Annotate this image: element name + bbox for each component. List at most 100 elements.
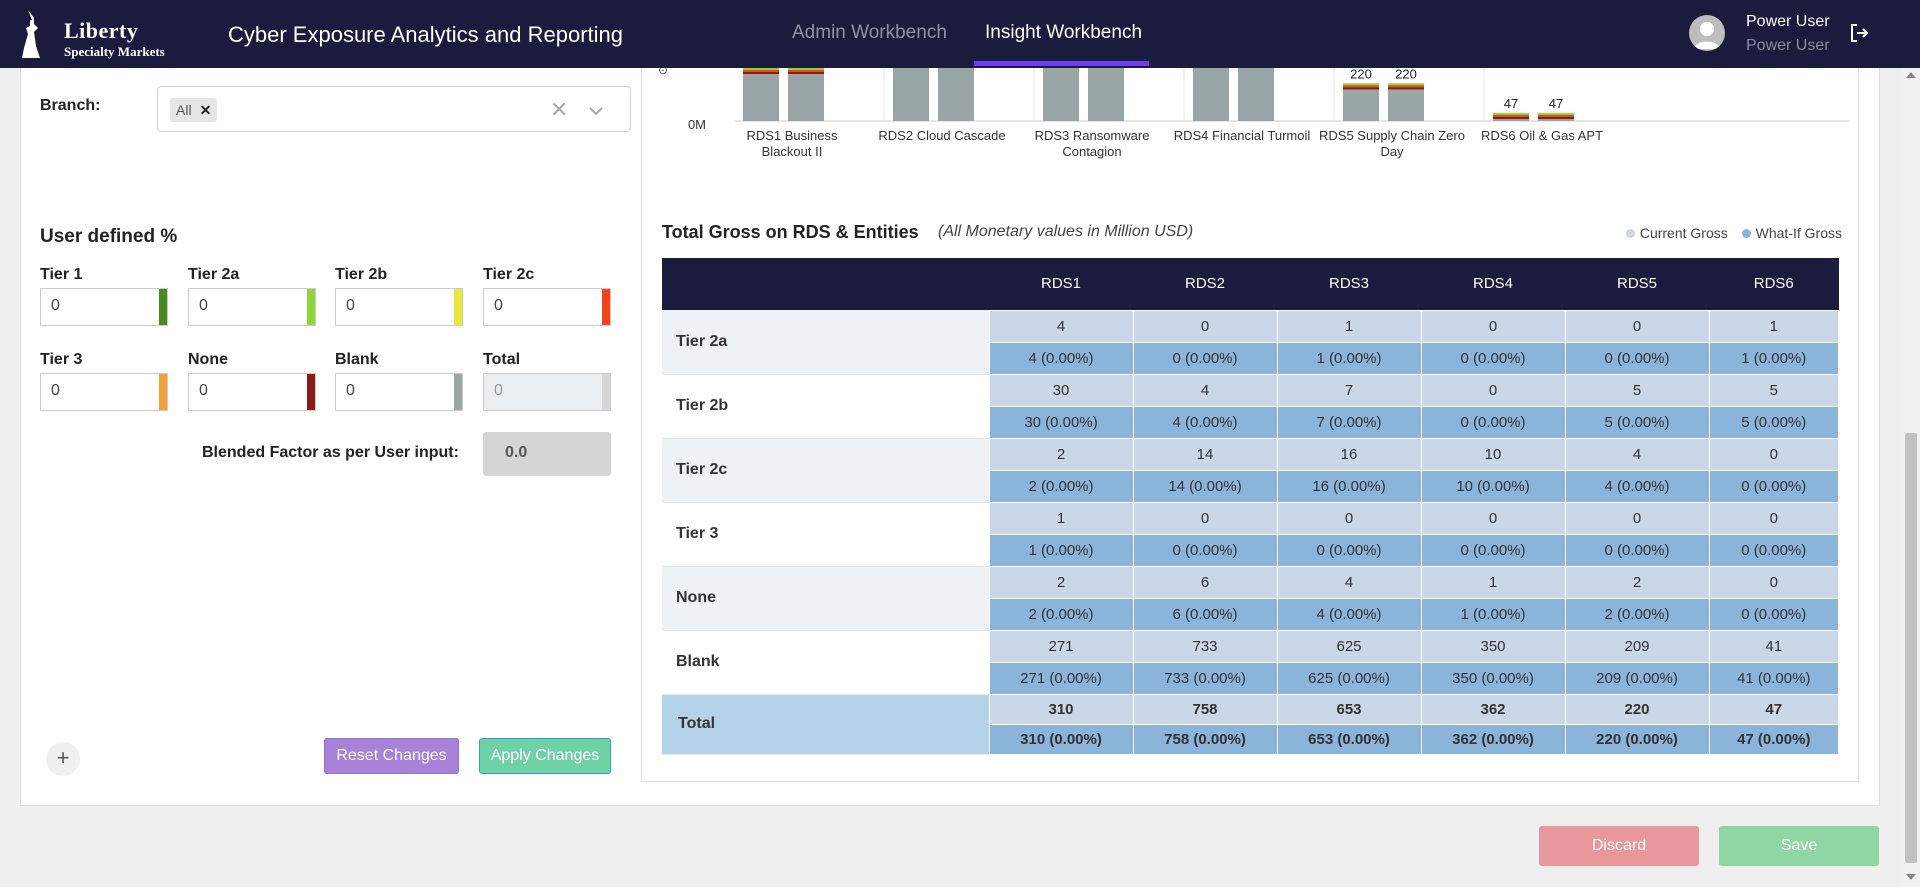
tier2a-input[interactable]: 0 bbox=[188, 288, 316, 326]
category-label: RDS2 Cloud Cascade bbox=[878, 128, 1005, 143]
user-avatar-icon[interactable] bbox=[1689, 15, 1725, 51]
scroll-thumb[interactable] bbox=[1905, 433, 1917, 863]
table-row: Tier 2b 30 4 7 0 5 5 bbox=[662, 373, 1839, 439]
whatif-gross-cell: 4 (0.00%) bbox=[1564, 469, 1710, 503]
table-header-row: RDS1 RDS2 RDS3 RDS4 RDS5 RDS6 bbox=[662, 258, 1839, 310]
chart-bar bbox=[1088, 68, 1124, 121]
whatif-gross-cell: 2 (0.00%) bbox=[988, 597, 1134, 631]
whatif-gross-cell: 2 (0.00%) bbox=[1564, 597, 1710, 631]
logout-icon[interactable] bbox=[1848, 22, 1870, 49]
tier-label: Total bbox=[483, 351, 521, 368]
category-label: RDS6 Oil & Gas APT bbox=[1481, 128, 1603, 143]
blank-input[interactable]: 0 bbox=[335, 373, 463, 411]
tier1-input[interactable]: 0 bbox=[40, 288, 168, 326]
chip-remove-icon[interactable]: ✕ bbox=[200, 102, 212, 118]
tier3-input[interactable]: 0 bbox=[40, 373, 168, 411]
current-gross-cell: 0 bbox=[1564, 501, 1710, 535]
table-row: Total 310 758 653 362 220 47 bbox=[662, 693, 1839, 755]
scroll-up-icon[interactable] bbox=[1906, 72, 1916, 78]
current-gross-cell: 0 bbox=[1420, 373, 1566, 407]
whatif-gross-cell: 0 (0.00%) bbox=[1132, 341, 1278, 375]
category-label: RDS4 Financial Turmoil bbox=[1174, 128, 1311, 143]
col-header: RDS3 bbox=[1277, 258, 1421, 310]
chart-bar bbox=[1193, 68, 1229, 121]
current-gross-cell: 1 bbox=[1420, 565, 1566, 599]
current-gross-cell: 4 bbox=[988, 309, 1134, 343]
current-gross-cell: 47 bbox=[1708, 693, 1839, 725]
whatif-gross-cell: 220 (0.00%) bbox=[1564, 723, 1710, 755]
chart-bar bbox=[1043, 68, 1079, 121]
current-gross-cell: 2 bbox=[1564, 565, 1710, 599]
bar-segment-none bbox=[1343, 87, 1379, 90]
legend-whatif: What-If Gross bbox=[1755, 225, 1842, 241]
current-gross-cell: 0 bbox=[1420, 501, 1566, 535]
clear-icon[interactable]: ✕ bbox=[550, 97, 568, 123]
branch-select[interactable]: All ✕ ✕ bbox=[157, 86, 631, 132]
liberty-logo[interactable]: Liberty Specialty Markets bbox=[20, 8, 180, 60]
tier2b-input[interactable]: 0 bbox=[335, 288, 463, 326]
branch-chip[interactable]: All ✕ bbox=[170, 98, 218, 122]
current-gross-cell: 2 bbox=[988, 437, 1134, 471]
bar-segment-tier2a bbox=[1493, 112, 1529, 115]
tier-label: None bbox=[188, 351, 228, 368]
chevron-down-icon[interactable] bbox=[586, 101, 606, 121]
top-bar: Liberty Specialty Markets Cyber Exposure… bbox=[0, 0, 1920, 68]
tab-insight-workbench[interactable]: Insight Workbench bbox=[985, 22, 1142, 44]
bar-segment-none bbox=[1493, 116, 1529, 119]
current-gross-cell: 1 bbox=[988, 501, 1134, 535]
user-name: Power User bbox=[1746, 13, 1830, 30]
category-label: Day bbox=[1380, 144, 1404, 159]
bar-segment-none bbox=[788, 72, 824, 74]
bar-segment-tier2a bbox=[1538, 112, 1574, 115]
scrollbar[interactable] bbox=[1902, 68, 1920, 887]
tier-label: Tier 2c bbox=[483, 266, 535, 283]
current-gross-cell: 0 bbox=[1276, 501, 1422, 535]
results-panel: 0M⊙310310RDS1 BusinessBlackout IIRDS2 Cl… bbox=[641, 68, 1859, 782]
tab-admin-workbench[interactable]: Admin Workbench bbox=[792, 22, 947, 44]
plus-icon[interactable]: + bbox=[46, 742, 80, 776]
tier-color-bar bbox=[159, 374, 167, 410]
current-gross-cell: 271 bbox=[988, 629, 1134, 663]
blended-factor-value: 0.0 bbox=[483, 432, 611, 476]
current-gross-cell: 1 bbox=[1708, 309, 1839, 343]
whatif-gross-cell: 0 (0.00%) bbox=[1708, 533, 1839, 567]
reset-changes-button[interactable]: Reset Changes bbox=[324, 738, 459, 774]
col-header: RDS2 bbox=[1133, 258, 1277, 310]
tier2c-input[interactable]: 0 bbox=[483, 288, 611, 326]
active-tab-indicator bbox=[974, 61, 1149, 66]
bar-segment-tier2c bbox=[1388, 85, 1424, 88]
bar-segment-tier2a bbox=[1388, 83, 1424, 86]
discard-button[interactable]: Discard bbox=[1539, 826, 1699, 866]
row-label: Blank bbox=[662, 630, 989, 695]
tier-input-value: 0 bbox=[199, 382, 208, 399]
y-tick-label: 0M bbox=[688, 117, 706, 132]
row-label: Tier 2b bbox=[662, 374, 989, 439]
data-label: 220 bbox=[1395, 68, 1417, 81]
col-header: RDS6 bbox=[1709, 258, 1839, 310]
row-label: Total bbox=[662, 694, 989, 755]
chart-bar bbox=[938, 68, 974, 121]
table-row: Tier 2a 4 0 1 0 0 1 bbox=[662, 309, 1839, 375]
bar-segment-tier2c bbox=[1538, 114, 1574, 117]
data-label: 47 bbox=[1504, 96, 1518, 111]
tier-color-bar bbox=[602, 374, 610, 410]
legend-current: Current Gross bbox=[1639, 225, 1728, 241]
current-gross-cell: 2 bbox=[988, 565, 1134, 599]
apply-changes-button[interactable]: Apply Changes bbox=[479, 738, 611, 774]
tier-input-value: 0 bbox=[51, 382, 60, 399]
whatif-gross-cell: 47 (0.00%) bbox=[1708, 723, 1839, 755]
col-header: RDS4 bbox=[1421, 258, 1565, 310]
tier-label: Tier 2a bbox=[188, 266, 240, 283]
tier-color-bar bbox=[307, 374, 315, 410]
statue-icon bbox=[22, 10, 40, 58]
save-button[interactable]: Save bbox=[1719, 826, 1879, 866]
reset-zoom-icon: ⊙ bbox=[658, 68, 668, 77]
none-input[interactable]: 0 bbox=[188, 373, 316, 411]
scroll-down-icon[interactable] bbox=[1906, 874, 1916, 880]
whatif-gross-cell: 16 (0.00%) bbox=[1276, 469, 1422, 503]
table-row: Tier 3100000 bbox=[662, 501, 1839, 567]
row-label: None bbox=[662, 566, 989, 631]
whatif-gross-cell: 4 (0.00%) bbox=[1276, 597, 1422, 631]
tier-color-bar bbox=[454, 374, 462, 410]
gross-table: RDS1 RDS2 RDS3 RDS4 RDS5 RDS6 Tier 2a 4 0 1… bbox=[662, 258, 1839, 755]
